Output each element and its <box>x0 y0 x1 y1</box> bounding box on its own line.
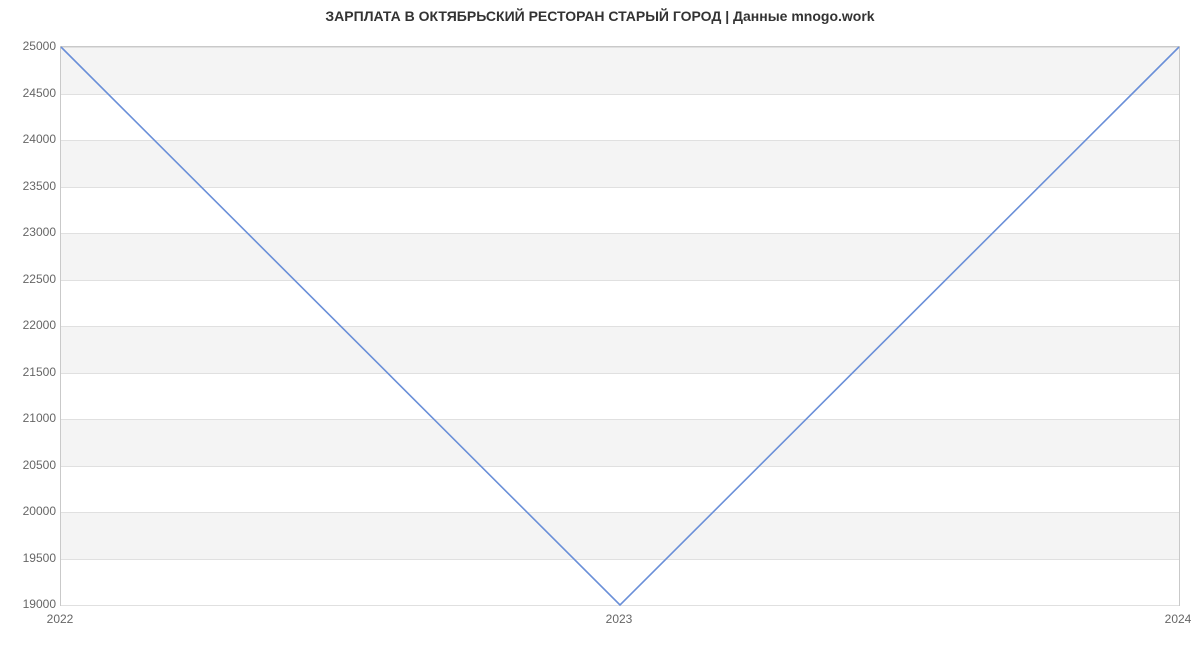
x-tick-label: 2024 <box>1165 612 1192 626</box>
y-tick-label: 21500 <box>6 365 56 379</box>
y-tick-label: 19500 <box>6 551 56 565</box>
y-tick-label: 24000 <box>6 132 56 146</box>
y-tick-label: 19000 <box>6 597 56 611</box>
y-tick-label: 22000 <box>6 318 56 332</box>
chart-title: ЗАРПЛАТА В ОКТЯБРЬСКИЙ РЕСТОРАН СТАРЫЙ Г… <box>0 8 1200 24</box>
x-tick-label: 2022 <box>47 612 74 626</box>
y-tick-label: 24500 <box>6 86 56 100</box>
y-tick-label: 25000 <box>6 39 56 53</box>
plot-area <box>60 46 1180 606</box>
y-tick-label: 20000 <box>6 504 56 518</box>
y-tick-label: 20500 <box>6 458 56 472</box>
series-salary <box>61 47 1179 605</box>
line-layer <box>61 47 1179 605</box>
x-tick-label: 2023 <box>606 612 633 626</box>
chart-container: ЗАРПЛАТА В ОКТЯБРЬСКИЙ РЕСТОРАН СТАРЫЙ Г… <box>0 0 1200 650</box>
y-tick-label: 23500 <box>6 179 56 193</box>
y-tick-label: 21000 <box>6 411 56 425</box>
y-tick-label: 22500 <box>6 272 56 286</box>
y-tick-label: 23000 <box>6 225 56 239</box>
